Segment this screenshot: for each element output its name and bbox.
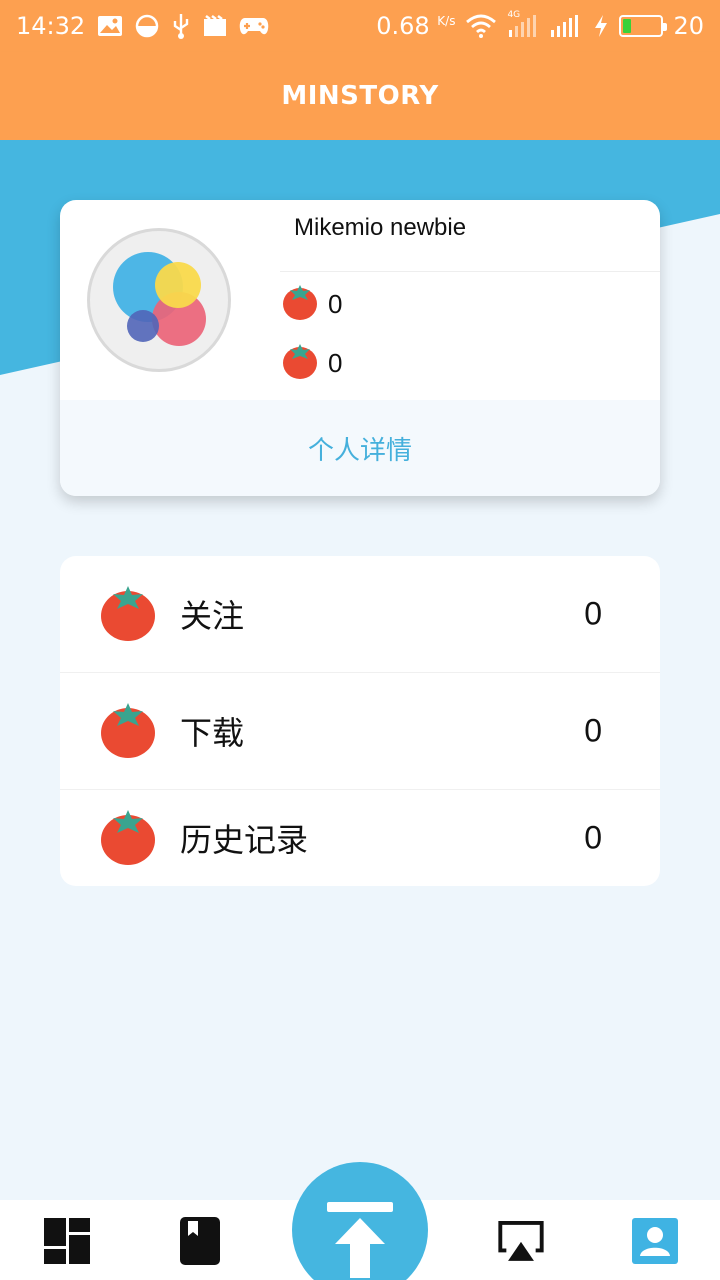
network-speed-unit: K/s (437, 14, 456, 28)
menu-item-count: 0 (584, 595, 602, 632)
signal-icon (549, 14, 583, 38)
wifi-icon (465, 14, 497, 38)
nav-airplay[interactable] (496, 1216, 546, 1266)
profile-stat-1-value: 0 (328, 288, 343, 319)
upload-button[interactable] (292, 1162, 428, 1280)
avatar[interactable] (87, 228, 231, 372)
menu-list: 关注 0 下载 0 历史记录 0 (60, 556, 660, 886)
battery-level (623, 19, 631, 33)
app-bar: MINSTORY (0, 52, 720, 140)
tomato-icon (100, 806, 156, 870)
divider (280, 271, 660, 272)
signal-4g-icon: 4G (507, 10, 539, 38)
menu-item-count: 0 (584, 819, 602, 856)
profile-details-label: 个人详情 (307, 435, 412, 466)
status-bar: 14:32 0.68 K/s 4G 20 (0, 0, 720, 52)
menu-item-follow[interactable]: 关注 0 (60, 556, 660, 673)
half-circle-icon (135, 14, 159, 38)
nav-dashboard[interactable] (42, 1216, 92, 1266)
profile-icon (632, 1218, 678, 1264)
tomato-icon (282, 340, 318, 387)
menu-item-history[interactable]: 历史记录 0 (60, 790, 660, 886)
upload-icon (327, 1202, 393, 1278)
battery-percent: 20 (673, 12, 704, 40)
network-type-label: 4G (507, 10, 521, 20)
network-speed: 0.68 K/s (376, 12, 455, 40)
menu-item-count: 0 (584, 712, 602, 749)
profile-card: Mikemio newbie 0 0 个人详情 (60, 200, 660, 496)
profile-stat-2-value: 0 (328, 347, 343, 378)
tomato-icon (100, 582, 156, 646)
network-speed-value: 0.68 (376, 12, 430, 40)
profile-stat-2: 0 (282, 343, 342, 383)
menu-item-label: 历史记录 (180, 821, 309, 859)
status-time: 14:32 (16, 12, 86, 40)
airplay-icon (498, 1220, 544, 1261)
avatar-image (113, 252, 206, 346)
menu-item-download[interactable]: 下载 0 (60, 673, 660, 790)
image-icon (97, 15, 123, 37)
menu-item-label: 关注 (180, 597, 245, 635)
status-left: 14:32 (16, 12, 269, 40)
nav-library[interactable] (175, 1216, 225, 1266)
tomato-icon (282, 281, 318, 328)
dashboard-icon (44, 1218, 90, 1264)
tomato-icon (100, 699, 156, 763)
app-title: MINSTORY (281, 81, 439, 111)
clapper-icon (203, 15, 227, 37)
usb-icon (171, 13, 191, 39)
menu-item-label: 下载 (180, 714, 245, 752)
username: Mikemio newbie (294, 214, 467, 241)
gamepad-icon (239, 15, 269, 37)
nav-profile[interactable] (630, 1216, 680, 1266)
profile-stat-1: 0 (282, 284, 342, 324)
battery-icon (619, 15, 668, 37)
profile-details-button[interactable]: 个人详情 (60, 400, 660, 496)
charging-icon (593, 14, 609, 38)
bookmark-book-icon (180, 1217, 220, 1265)
status-right: 0.68 K/s 4G 20 (376, 10, 704, 40)
